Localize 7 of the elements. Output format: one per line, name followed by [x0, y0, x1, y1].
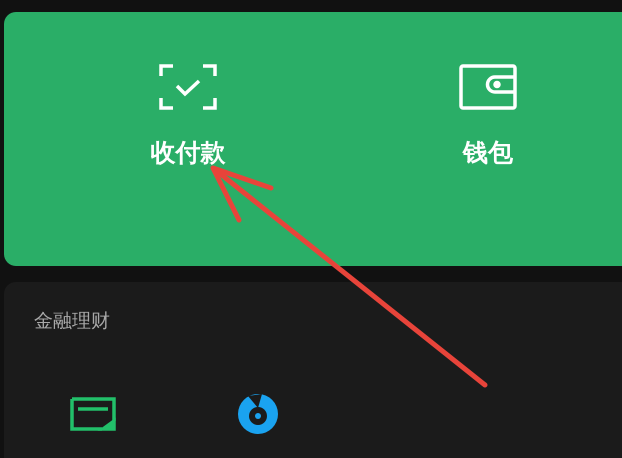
drop-circle-icon[interactable]	[236, 392, 280, 436]
scan-check-icon	[159, 64, 217, 110]
pay-action-button[interactable]: 收付款	[118, 64, 258, 169]
card-icon[interactable]	[70, 397, 116, 431]
pay-action-button[interactable]: 钱包	[418, 64, 558, 169]
section-title: 金融理财	[34, 309, 111, 334]
wallet-icon	[459, 64, 517, 110]
